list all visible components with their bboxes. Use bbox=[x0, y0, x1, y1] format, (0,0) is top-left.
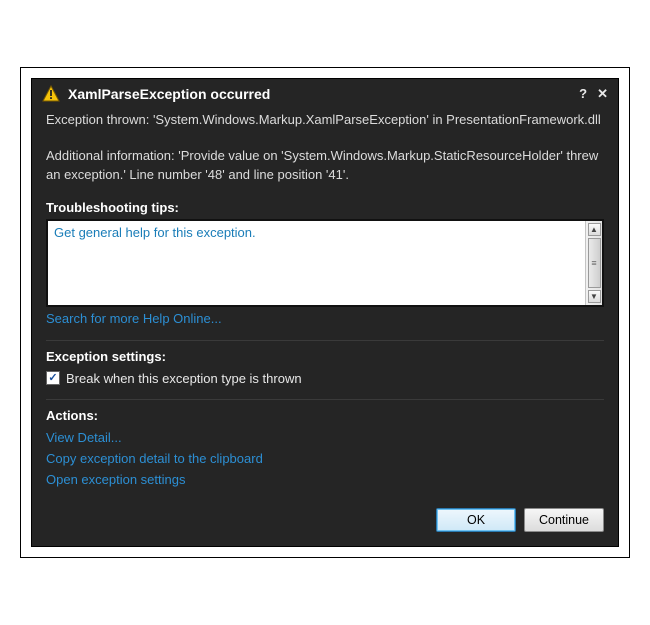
divider bbox=[46, 340, 604, 341]
tips-box: Get general help for this exception. ▲ ▼ bbox=[46, 219, 604, 307]
help-button[interactable]: ? bbox=[579, 86, 587, 102]
titlebar-controls: ? ✕ bbox=[579, 86, 608, 102]
scroll-down-icon[interactable]: ▼ bbox=[588, 290, 601, 303]
exception-dialog: XamlParseException occurred ? ✕ Exceptio… bbox=[31, 78, 619, 547]
button-row: OK Continue bbox=[32, 496, 618, 546]
ok-button[interactable]: OK bbox=[436, 508, 516, 532]
tips-content: Get general help for this exception. bbox=[48, 221, 585, 305]
close-button[interactable]: ✕ bbox=[597, 86, 608, 102]
copy-clipboard-link[interactable]: Copy exception detail to the clipboard bbox=[46, 448, 604, 469]
dialog-body: Exception thrown: 'System.Windows.Markup… bbox=[32, 107, 618, 496]
continue-button[interactable]: Continue bbox=[524, 508, 604, 532]
warning-icon bbox=[42, 85, 60, 103]
tips-scrollbar[interactable]: ▲ ▼ bbox=[585, 221, 602, 305]
scroll-thumb[interactable] bbox=[588, 238, 601, 288]
exception-message-1: Exception thrown: 'System.Windows.Markup… bbox=[46, 107, 604, 137]
view-detail-link[interactable]: View Detail... bbox=[46, 427, 604, 448]
general-help-link[interactable]: Get general help for this exception. bbox=[54, 225, 256, 240]
exception-message-2: Additional information: 'Provide value o… bbox=[46, 143, 604, 191]
open-settings-link[interactable]: Open exception settings bbox=[46, 469, 604, 490]
titlebar: XamlParseException occurred ? ✕ bbox=[32, 79, 618, 107]
exception-settings-heading: Exception settings: bbox=[46, 349, 604, 364]
dialog-title: XamlParseException occurred bbox=[68, 86, 579, 102]
actions-heading: Actions: bbox=[46, 408, 604, 423]
search-online-link[interactable]: Search for more Help Online... bbox=[46, 307, 604, 330]
break-checkbox-row[interactable]: ✓ Break when this exception type is thro… bbox=[46, 368, 604, 389]
break-checkbox-label: Break when this exception type is thrown bbox=[66, 371, 302, 386]
outer-frame: XamlParseException occurred ? ✕ Exceptio… bbox=[20, 67, 630, 558]
scroll-up-icon[interactable]: ▲ bbox=[588, 223, 601, 236]
break-checkbox[interactable]: ✓ bbox=[46, 371, 60, 385]
actions-links: View Detail... Copy exception detail to … bbox=[46, 427, 604, 490]
troubleshooting-heading: Troubleshooting tips: bbox=[46, 200, 604, 215]
divider bbox=[46, 399, 604, 400]
